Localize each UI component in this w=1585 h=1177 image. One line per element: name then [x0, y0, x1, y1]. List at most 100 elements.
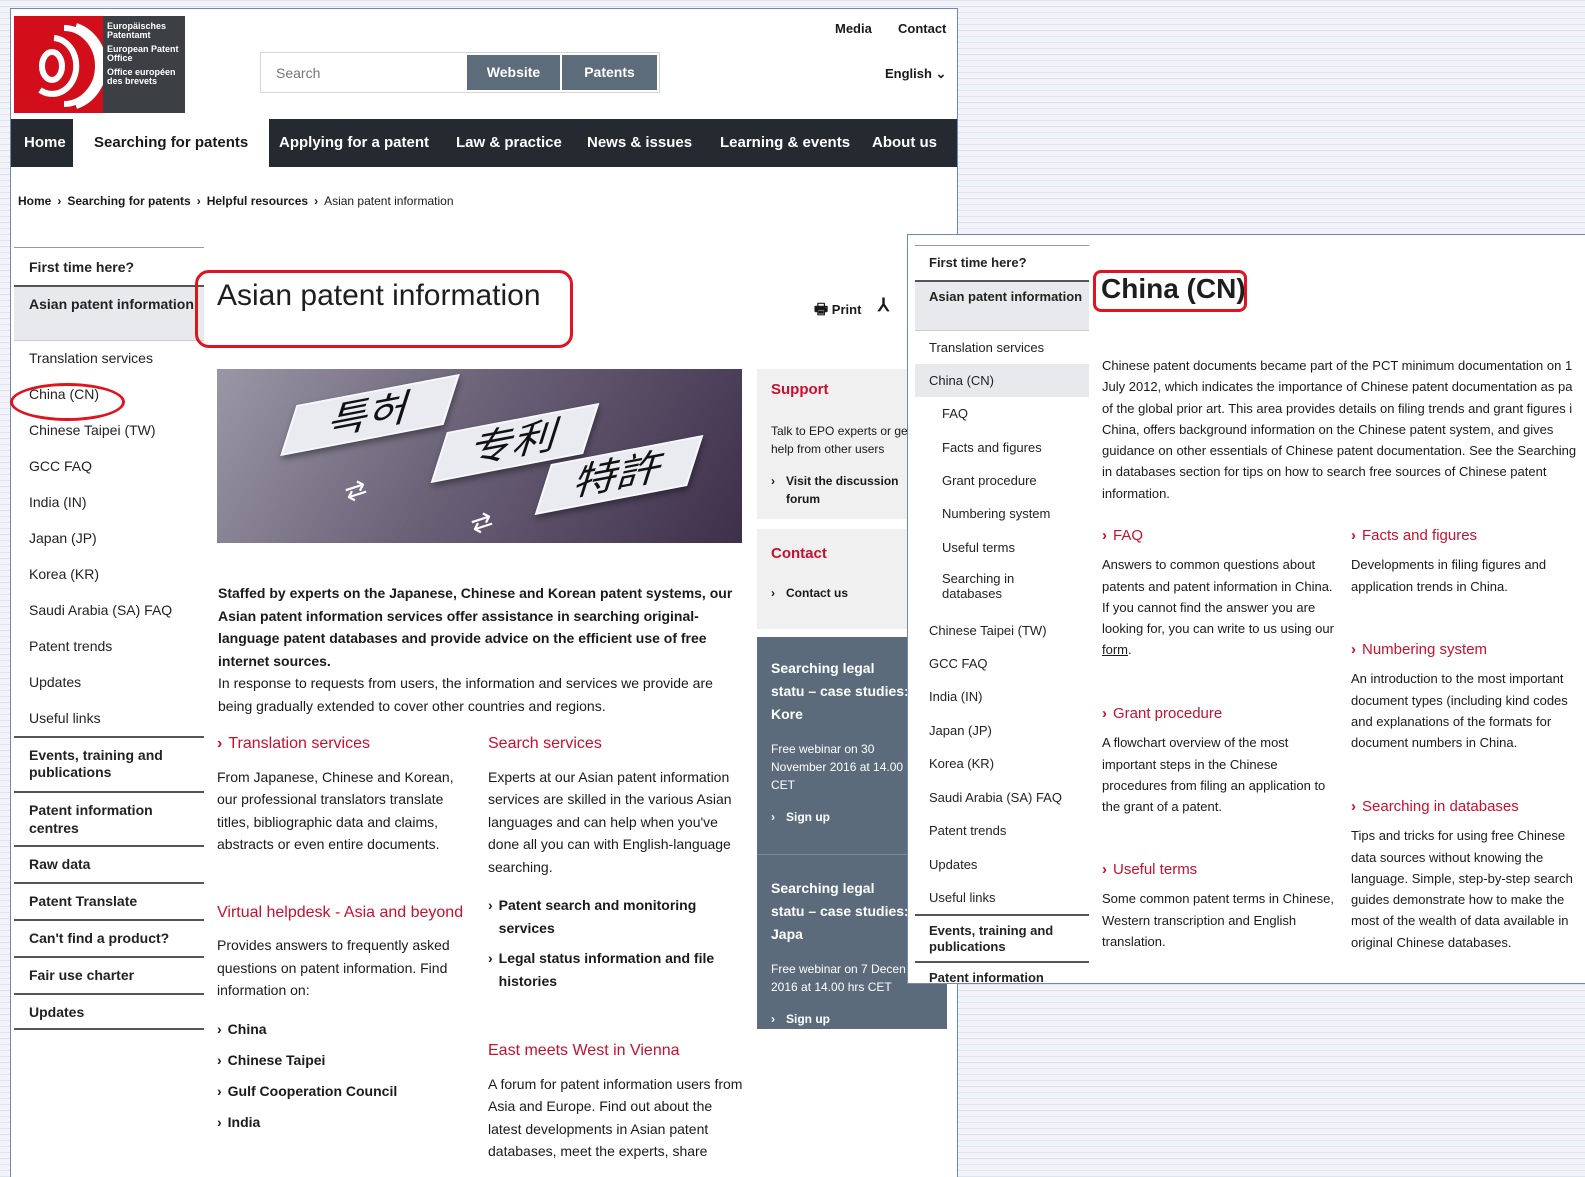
china-numbering-text: An introduction to the most important do… — [1351, 671, 1568, 751]
annotation-highlight-title — [195, 270, 573, 348]
breadcrumb-home[interactable]: Home — [18, 194, 51, 208]
sidebar-item-fair-use-charter[interactable]: Fair use charter — [14, 956, 204, 993]
sidebar-item-updates[interactable]: Updates — [14, 664, 204, 700]
language-selector[interactable]: English ⌄ — [885, 66, 946, 82]
sidebar-item-japan[interactable]: Japan (JP) — [14, 520, 204, 556]
search-services-link[interactable]: Search services — [488, 735, 602, 752]
china-faq-form-link[interactable]: form — [1102, 642, 1128, 657]
sidebar2-item-first-time[interactable]: First time here? — [915, 245, 1089, 280]
nav-law-practice[interactable]: Law & practice — [456, 119, 562, 167]
sidebar-item-events-training[interactable]: Events, training and publications — [14, 736, 204, 791]
sidebar2-item-asian-patent-information[interactable]: Asian patent information — [915, 280, 1089, 330]
china-terms-section: › Useful terms Some common patent terms i… — [1102, 859, 1342, 952]
sidebar2-item-korea[interactable]: Korea (KR) — [915, 747, 1089, 781]
breadcrumb-searching[interactable]: Searching for patents — [67, 194, 190, 208]
sidebar-item-useful-links[interactable]: Useful links — [14, 700, 204, 736]
search-input[interactable] — [261, 53, 467, 92]
nav-news-issues[interactable]: News & issues — [587, 119, 692, 167]
sidebar2-item-useful-links[interactable]: Useful links — [915, 881, 1089, 914]
logo-text-de: Europäisches Patentamt — [107, 21, 167, 40]
east-meets-west-link[interactable]: East meets West in Vienna — [488, 1042, 680, 1059]
logo-text-en: European Patent Office — [107, 44, 179, 63]
contact-link[interactable]: Contact — [898, 21, 946, 36]
china-searching-text: Tips and tricks for using free Chinese d… — [1351, 828, 1573, 950]
sidebar2-item-chinese-taipei[interactable]: Chinese Taipei (TW) — [915, 614, 1089, 647]
epo-page-asian-patent-information: Europäisches Patentamt European Patent O… — [10, 8, 958, 1177]
sidebar2-item-patent-information[interactable]: Patent information — [915, 961, 1089, 983]
helpdesk-link-china[interactable]: › China — [217, 1014, 467, 1045]
china-searching-databases-link[interactable]: › Searching in databases — [1351, 798, 1519, 815]
sidebar-item-translation-services[interactable]: Translation services — [14, 340, 204, 376]
china-grant-section: › Grant procedure A flowchart overview of… — [1102, 703, 1342, 817]
sidebar-item-patent-trends[interactable]: Patent trends — [14, 628, 204, 664]
sidebar-item-raw-data[interactable]: Raw data — [14, 845, 204, 882]
intro-bold: Staffed by experts on the Japanese, Chin… — [218, 585, 733, 669]
epo-logo[interactable]: Europäisches Patentamt European Patent O… — [14, 16, 185, 113]
search-scope-patents-button[interactable]: Patents — [562, 55, 657, 90]
sidebar-item-asian-patent-information[interactable]: Asian patent information — [14, 285, 204, 340]
sidebar2-item-searching-databases[interactable]: Searching in databases — [915, 564, 1045, 614]
breadcrumb: Home › Searching for patents › Helpful resou… — [18, 194, 454, 208]
hero-image: 특허 专利 特許 ⇄ ⇄ — [217, 369, 742, 543]
china-numbering-system-link[interactable]: › Numbering system — [1351, 641, 1487, 658]
sidebar-item-saudi-arabia[interactable]: Saudi Arabia (SA) FAQ — [14, 592, 204, 628]
sidebar-item-first-time[interactable]: First time here? — [14, 247, 204, 285]
china-useful-terms-link[interactable]: › Useful terms — [1102, 861, 1197, 878]
sidebar2-item-faq[interactable]: FAQ — [915, 397, 1089, 431]
sidebar-navigation: First time here? Asian patent informatio… — [14, 247, 204, 1030]
east-meets-west-text: A forum for patent information users fro… — [488, 1075, 743, 1160]
webinar1-text: Free webinar on 30 November 2016 at 14.0… — [771, 742, 904, 792]
china-faq-link[interactable]: › FAQ — [1102, 527, 1143, 544]
sidebar2-item-updates[interactable]: Updates — [915, 848, 1089, 881]
sidebar-item-updates-2[interactable]: Updates — [14, 993, 204, 1030]
main-navigation: Home Searching for patents Applying for … — [11, 119, 957, 167]
sidebar2-item-translation-services[interactable]: Translation services — [915, 330, 1089, 364]
print-button[interactable]: 🖶 Print — [814, 299, 861, 324]
nav-applying-for-a-patent[interactable]: Applying for a patent — [279, 119, 429, 167]
media-link[interactable]: Media — [835, 21, 872, 36]
sidebar-item-patent-translate[interactable]: Patent Translate — [14, 882, 204, 919]
breadcrumb-helpful-resources[interactable]: Helpful resources — [207, 194, 308, 208]
epo-page-china: First time here? Asian patent informatio… — [907, 234, 1585, 984]
sidebar2-item-facts-figures[interactable]: Facts and figures — [915, 431, 1089, 464]
sidebar2-item-useful-terms[interactable]: Useful terms — [915, 531, 1089, 564]
patent-search-monitoring-link[interactable]: › Patent search and monitoring services — [488, 894, 743, 939]
sidebar-item-gcc-faq[interactable]: GCC FAQ — [14, 448, 204, 484]
sidebar2-item-gcc-faq[interactable]: GCC FAQ — [915, 647, 1089, 680]
sidebar2-item-china[interactable]: China (CN) — [915, 364, 1089, 397]
virtual-helpdesk-link[interactable]: Virtual helpdesk - Asia and beyond — [217, 901, 467, 924]
sidebar-item-india[interactable]: India (IN) — [14, 484, 204, 520]
search-scope-website-button[interactable]: Website — [467, 55, 560, 90]
sidebar-item-korea[interactable]: Korea (KR) — [14, 556, 204, 592]
virtual-helpdesk-text: Provides answers to frequently asked que… — [217, 937, 450, 998]
nav-about-us[interactable]: About us — [872, 119, 937, 167]
hero-card-korean: 특허 — [280, 373, 460, 457]
sidebar-item-patent-information-centres[interactable]: Patent information centres — [14, 791, 204, 845]
china-facts-section: › Facts and figures Developments in filin… — [1351, 525, 1585, 597]
search-services-text: Experts at our Asian patent information … — [488, 768, 732, 875]
webinar2-signup-link[interactable]: › Sign up — [771, 1012, 933, 1026]
logo-text-fr: Office européen des brevets — [107, 67, 176, 86]
epo-logo-mark — [14, 16, 107, 113]
sidebar2-item-grant-procedure[interactable]: Grant procedure — [915, 464, 1089, 497]
china-terms-text: Some common patent terms in Chinese, Wes… — [1102, 891, 1334, 949]
translation-services-text: From Japanese, Chinese and Korean, our p… — [217, 768, 454, 853]
china-grant-procedure-link[interactable]: › Grant procedure — [1102, 705, 1222, 722]
china-facts-figures-link[interactable]: › Facts and figures — [1351, 527, 1477, 544]
nav-searching-for-patents[interactable]: Searching for patents — [73, 119, 270, 167]
legal-status-link[interactable]: › Legal status information and file histo… — [488, 947, 743, 992]
sidebar-item-cant-find-product[interactable]: Can't find a product? — [14, 919, 204, 956]
sidebar2-item-patent-trends[interactable]: Patent trends — [915, 814, 1089, 848]
helpdesk-link-chinese-taipei[interactable]: › Chinese Taipei — [217, 1045, 467, 1076]
sidebar2-item-india[interactable]: India (IN) — [915, 680, 1089, 714]
sidebar2-item-saudi-arabia[interactable]: Saudi Arabia (SA) FAQ — [915, 781, 1089, 814]
sidebar2-item-japan[interactable]: Japan (JP) — [915, 714, 1089, 747]
helpdesk-link-india[interactable]: › India — [217, 1107, 467, 1138]
translation-services-link[interactable]: › Translation services — [217, 735, 370, 752]
nav-learning-events[interactable]: Learning & events — [720, 119, 850, 167]
share-icon[interactable]: ⅄ — [878, 295, 889, 316]
nav-home[interactable]: Home — [24, 119, 66, 167]
helpdesk-link-gcc[interactable]: › Gulf Cooperation Council — [217, 1076, 467, 1107]
sidebar2-item-numbering-system[interactable]: Numbering system — [915, 497, 1089, 531]
sidebar2-item-events-training[interactable]: Events, training and publications — [915, 914, 1089, 961]
